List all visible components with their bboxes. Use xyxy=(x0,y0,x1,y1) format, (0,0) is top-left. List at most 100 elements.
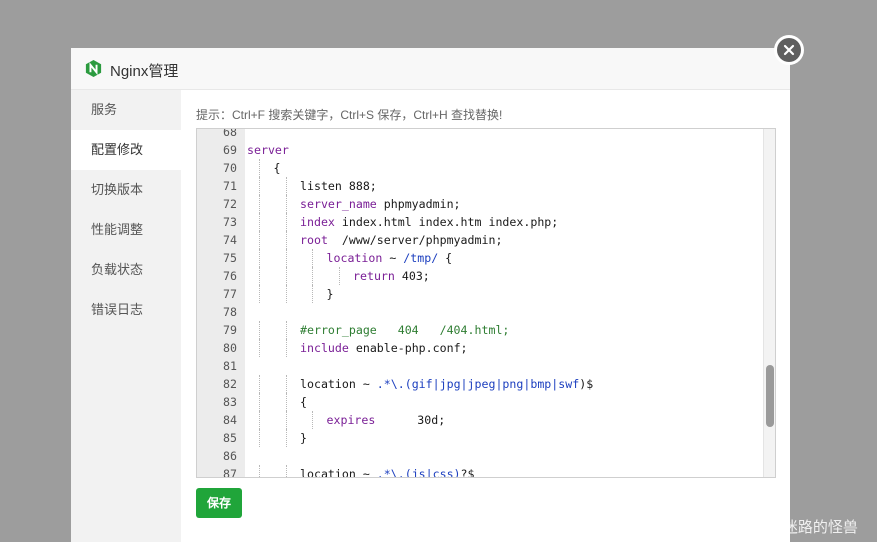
code-token: return xyxy=(353,269,395,283)
line-number: 79 xyxy=(223,323,237,337)
code-token: root xyxy=(300,233,328,247)
code-line: 69 server xyxy=(197,141,775,159)
editor-scrollbar[interactable] xyxy=(763,129,775,477)
code-text: server xyxy=(247,141,289,159)
code-token: #error_page 404 /404.html; xyxy=(300,323,510,337)
indent-guide xyxy=(259,231,260,249)
indent-guide xyxy=(312,249,313,267)
code-token: { xyxy=(438,251,453,265)
indent-guide xyxy=(259,177,260,195)
code-token: listen 888; xyxy=(300,179,377,193)
code-line: 76 return 403; xyxy=(197,267,775,285)
scrollbar-thumb[interactable] xyxy=(766,365,774,427)
code-line: 85} xyxy=(197,429,775,447)
code-token: { xyxy=(300,395,307,409)
code-line: 72 server_name phpmyadmin; xyxy=(197,195,775,213)
indent-guide xyxy=(259,159,260,177)
code-text: root /www/server/phpmyadmin; xyxy=(300,231,502,249)
nginx-dialog: Nginx管理 服务 配置修改 切换版本 性能调整 负载状态 错误日志 提示：Ctrl+F… xyxy=(71,48,790,542)
sidebar: 服务 配置修改 切换版本 性能调整 负载状态 错误日志 xyxy=(71,90,181,542)
code-text: location ~ .*\.(gif|jpg|jpeg|png|bmp|swf… xyxy=(300,375,593,393)
indent-guide xyxy=(259,393,260,411)
line-number: 73 xyxy=(223,215,237,229)
code-token: server xyxy=(247,143,289,157)
code-text: location ~ /tmp/ { xyxy=(327,249,453,267)
line-number: 84 xyxy=(223,413,237,427)
code-token: server_name xyxy=(300,197,377,211)
indent-guide xyxy=(285,321,287,339)
indent-guide xyxy=(285,267,287,285)
save-button[interactable]: 保存 xyxy=(196,488,242,518)
indent-guide xyxy=(285,231,287,249)
indent-guide xyxy=(285,213,287,231)
code-token: gif|jpg|jpeg|png|bmp|swf xyxy=(411,377,580,391)
config-editor[interactable]: 68 69 server 70 {71 listen 888; 72 server_name … xyxy=(196,128,776,478)
code-text: expires 30d; xyxy=(327,411,446,429)
code-line: 80 include enable-php.conf; xyxy=(197,339,775,357)
line-number: 71 xyxy=(223,179,237,193)
indent-guide xyxy=(285,375,287,393)
sidebar-item[interactable]: 服务 xyxy=(71,90,181,130)
code-token: index.html index.htm index.php; xyxy=(334,215,559,229)
editor-hint: 提示：Ctrl+F 搜索关键字，Ctrl+S 保存，Ctrl+H 查找替换! xyxy=(196,108,503,122)
code-token: /tmp/ xyxy=(403,251,439,265)
code-text: { xyxy=(300,393,307,411)
indent-guide xyxy=(259,429,260,447)
code-token: .*\.(js|css) xyxy=(376,467,461,478)
close-icon[interactable] xyxy=(777,38,801,62)
code-line: 79 #error_page 404 /404.html; xyxy=(197,321,775,339)
code-text: listen 888; xyxy=(300,177,377,195)
code-line: 87 location ~ .*\.(js|css)?$ xyxy=(197,465,775,478)
code-token: 30d; xyxy=(375,413,446,427)
line-number: 75 xyxy=(223,251,237,265)
code-token: ?$ xyxy=(460,467,475,478)
line-number: 77 xyxy=(223,287,237,301)
indent-guide xyxy=(259,375,260,393)
sidebar-item[interactable]: 性能调整 xyxy=(71,210,181,250)
dialog-title: Nginx管理 xyxy=(110,63,179,80)
line-number: 69 xyxy=(223,143,237,157)
indent-guide xyxy=(285,195,287,213)
code-token: ~ xyxy=(382,251,404,265)
indent-guide xyxy=(285,429,287,447)
line-number: 83 xyxy=(223,395,237,409)
close-button[interactable] xyxy=(774,35,804,65)
line-number: 70 xyxy=(223,161,237,175)
indent-guide xyxy=(259,465,260,477)
sidebar-item[interactable]: 错误日志 xyxy=(71,290,181,330)
code-text: location ~ .*\.(js|css)?$ xyxy=(300,465,475,478)
code-token: } xyxy=(300,431,307,445)
line-number: 81 xyxy=(223,359,237,373)
code-token: enable-php.conf; xyxy=(348,341,468,355)
indent-guide xyxy=(259,285,260,303)
code-line: 77} xyxy=(197,285,775,303)
code-line: 86 xyxy=(197,447,775,465)
code-line: 81 xyxy=(197,357,775,375)
code-line: 84 expires 30d; xyxy=(197,411,775,429)
code-token: index xyxy=(300,215,335,229)
code-line: 75 location ~ /tmp/ { xyxy=(197,249,775,267)
code-line: 71 listen 888; xyxy=(197,177,775,195)
indent-guide xyxy=(285,465,287,477)
indent-guide xyxy=(285,411,287,429)
line-number: 72 xyxy=(223,197,237,211)
indent-guide xyxy=(259,321,260,339)
line-number: 86 xyxy=(223,449,237,463)
line-number: 80 xyxy=(223,341,237,355)
code-token: location ~ xyxy=(300,377,377,391)
line-number: 85 xyxy=(223,431,237,445)
indent-guide xyxy=(259,411,260,429)
indent-guide xyxy=(285,177,287,195)
indent-guide xyxy=(338,267,340,285)
sidebar-item[interactable]: 配置修改 xyxy=(71,130,181,170)
indent-guide xyxy=(285,249,287,267)
sidebar-item[interactable]: 负载状态 xyxy=(71,250,181,290)
code-line: 68 xyxy=(197,128,775,141)
line-number: 68 xyxy=(223,128,237,139)
code-lines[interactable]: 68 69 server 70 {71 listen 888; 72 server_name … xyxy=(197,128,775,478)
line-number: 82 xyxy=(223,377,237,391)
sidebar-item[interactable]: 切换版本 xyxy=(71,170,181,210)
indent-guide xyxy=(312,285,313,303)
code-token: /www/server/phpmyadmin; xyxy=(327,233,503,247)
nginx-logo-icon xyxy=(85,59,102,78)
